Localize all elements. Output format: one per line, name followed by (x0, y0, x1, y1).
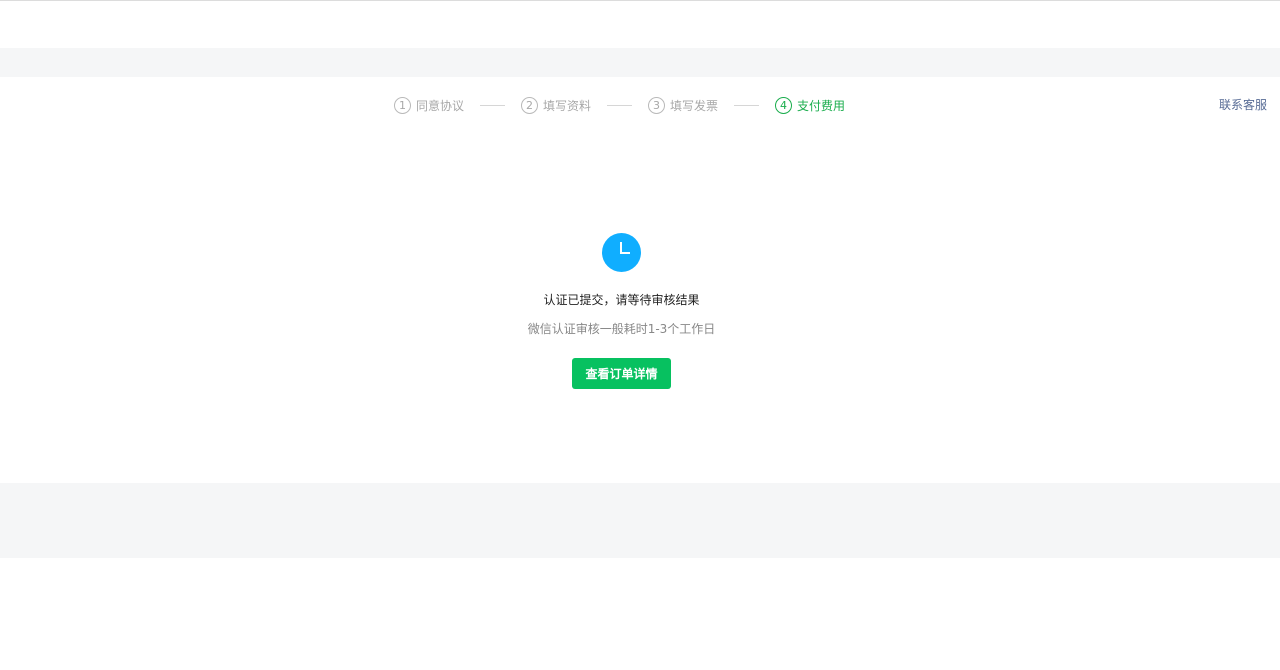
view-order-details-button[interactable]: 查看订单详情 (572, 358, 671, 389)
status-title: 认证已提交，请等待审核结果 (543, 293, 700, 307)
step-label: 填写发票 (670, 98, 719, 113)
step-divider (607, 104, 633, 106)
step-label: 填写资料 (543, 98, 592, 113)
step-invoice: 3 填写发票 (648, 96, 719, 114)
step-number: 3 (648, 96, 666, 114)
step-number: 1 (394, 96, 411, 114)
step-payment: 4 支付费用 (775, 96, 846, 114)
footer-area (0, 558, 1280, 670)
step-progress: 1 同意协议 2 填写资料 3 填写发票 4 支付费用 (394, 95, 845, 115)
gray-band-top (0, 48, 1280, 77)
status-description: 微信认证审核一般耗时1-3个工作日 (527, 322, 716, 336)
content-panel: 1 同意协议 2 填写资料 3 填写发票 4 支付费用 联系客服 认证已提交，请… (0, 77, 1280, 483)
step-divider (480, 104, 506, 106)
step-label: 支付费用 (797, 98, 846, 113)
top-bar (0, 0, 1280, 48)
status-section: 认证已提交，请等待审核结果 微信认证审核一般耗时1-3个工作日 查看订单详情 (0, 233, 1243, 389)
clock-icon (602, 233, 641, 272)
step-number: 2 (521, 96, 539, 114)
step-divider (734, 104, 760, 106)
step-fill-info: 2 填写资料 (521, 96, 592, 114)
contact-support-link[interactable]: 联系客服 (1219, 96, 1267, 113)
step-label: 同意协议 (416, 98, 465, 113)
step-number: 4 (775, 96, 793, 114)
gray-band-bottom (0, 483, 1280, 558)
step-agree: 1 同意协议 (394, 96, 465, 114)
